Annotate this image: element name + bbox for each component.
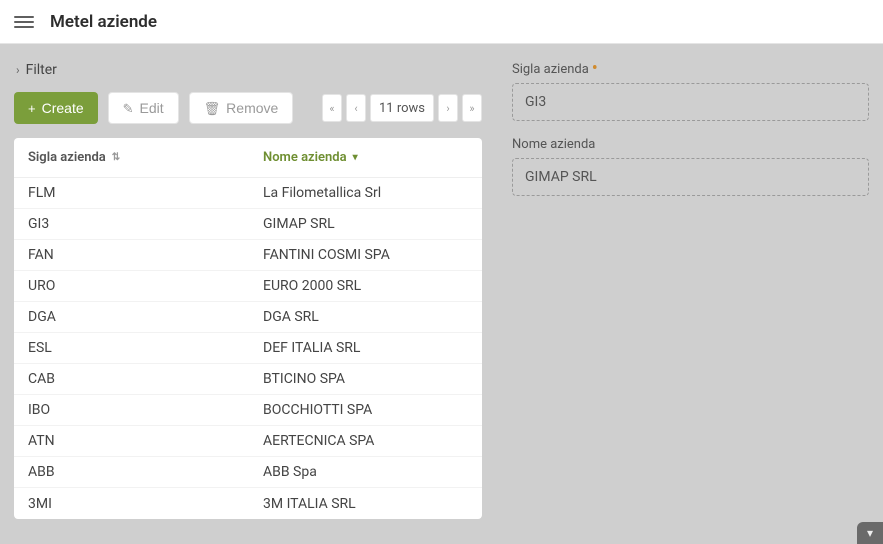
page-title: Metel aziende <box>50 12 157 32</box>
field-sigla-value[interactable]: GI3 <box>512 83 869 121</box>
create-button[interactable]: + Create <box>14 92 98 124</box>
cell-nome: DEF ITALIA SRL <box>249 340 482 356</box>
field-nome-label: Nome azienda <box>512 137 595 152</box>
pager: « ‹ 11 rows › » <box>322 94 482 122</box>
cell-sigla: IBO <box>14 402 249 418</box>
cell-nome: GIMAP SRL <box>249 216 482 232</box>
cell-sigla: ABB <box>14 464 249 480</box>
remove-button[interactable]: 🗑 Remove <box>189 92 294 124</box>
field-sigla-label: Sigla azienda <box>512 62 589 77</box>
detail-panel: Sigla azienda • GI3 Nome azienda GIMAP S… <box>512 58 869 530</box>
cell-sigla: DGA <box>14 309 249 325</box>
table-row[interactable]: UROEURO 2000 SRL <box>14 271 482 302</box>
table-row[interactable]: IBOBOCCHIOTTI SPA <box>14 395 482 426</box>
sort-desc-icon: ▾ <box>353 152 358 163</box>
pencil-icon: ✎ <box>123 102 134 115</box>
table-header: Sigla azienda ⇅ Nome azienda ▾ <box>14 138 482 178</box>
cell-nome: BOCCHIOTTI SPA <box>249 402 482 418</box>
column-header-sigla-label: Sigla azienda <box>28 150 106 165</box>
table-row[interactable]: CABBTICINO SPA <box>14 364 482 395</box>
cell-sigla: ESL <box>14 340 249 356</box>
remove-button-label: Remove <box>226 100 278 116</box>
cell-sigla: URO <box>14 278 249 294</box>
cell-nome: EURO 2000 SRL <box>249 278 482 294</box>
column-header-nome[interactable]: Nome azienda ▾ <box>249 150 482 165</box>
filter-label: Filter <box>26 62 57 78</box>
field-nome: Nome azienda GIMAP SRL <box>512 137 869 196</box>
create-button-label: Create <box>42 100 84 116</box>
edit-button-label: Edit <box>140 100 164 116</box>
table-row[interactable]: ABBABB Spa <box>14 457 482 488</box>
cell-sigla: FAN <box>14 247 249 263</box>
trash-icon: 🗑 <box>204 102 221 115</box>
pager-last-button[interactable]: » <box>462 94 482 122</box>
table-body: FLMLa Filometallica SrlGI3GIMAP SRLFANFA… <box>14 178 482 519</box>
table-row[interactable]: ESLDEF ITALIA SRL <box>14 333 482 364</box>
pager-first-button[interactable]: « <box>322 94 342 122</box>
field-nome-value[interactable]: GIMAP SRL <box>512 158 869 196</box>
table-row[interactable]: DGADGA SRL <box>14 302 482 333</box>
topbar: Metel aziende <box>0 0 883 44</box>
cell-nome: ABB Spa <box>249 464 482 480</box>
column-header-sigla[interactable]: Sigla azienda ⇅ <box>14 150 249 165</box>
cell-sigla: GI3 <box>14 216 249 232</box>
table-row[interactable]: FLMLa Filometallica Srl <box>14 178 482 209</box>
edit-button[interactable]: ✎ Edit <box>108 92 179 124</box>
field-nome-label-row: Nome azienda <box>512 137 869 152</box>
cell-sigla: FLM <box>14 185 249 201</box>
left-column: › Filter + Create ✎ Edit 🗑 Remove « ‹ 11… <box>14 58 482 530</box>
sort-icon: ⇅ <box>112 152 120 163</box>
field-sigla-label-row: Sigla azienda • <box>512 62 869 77</box>
data-table: Sigla azienda ⇅ Nome azienda ▾ FLMLa Fil… <box>14 138 482 519</box>
cell-nome: La Filometallica Srl <box>249 185 482 201</box>
badge-icon: ▾ <box>867 526 873 540</box>
content: › Filter + Create ✎ Edit 🗑 Remove « ‹ 11… <box>0 44 883 544</box>
table-row[interactable]: 3MI3M ITALIA SRL <box>14 488 482 519</box>
cell-nome: FANTINI COSMI SPA <box>249 247 482 263</box>
cell-sigla: 3MI <box>14 496 249 512</box>
table-row[interactable]: FANFANTINI COSMI SPA <box>14 240 482 271</box>
chevron-right-icon: › <box>16 63 20 77</box>
field-sigla: Sigla azienda • GI3 <box>512 62 869 121</box>
cell-nome: AERTECNICA SPA <box>249 433 482 449</box>
table-row[interactable]: ATNAERTECNICA SPA <box>14 426 482 457</box>
pager-rowcount: 11 rows <box>370 94 434 122</box>
column-header-nome-label: Nome azienda <box>263 150 347 165</box>
pager-next-button[interactable]: › <box>438 94 458 122</box>
toolbar: + Create ✎ Edit 🗑 Remove « ‹ 11 rows › » <box>14 92 482 124</box>
cell-nome: 3M ITALIA SRL <box>249 496 482 512</box>
filter-toggle[interactable]: › Filter <box>14 58 482 92</box>
menu-icon[interactable] <box>14 12 34 32</box>
cell-sigla: ATN <box>14 433 249 449</box>
cell-nome: BTICINO SPA <box>249 371 482 387</box>
pager-prev-button[interactable]: ‹ <box>346 94 366 122</box>
corner-badge[interactable]: ▾ <box>857 522 883 544</box>
plus-icon: + <box>28 102 36 115</box>
table-row[interactable]: GI3GIMAP SRL <box>14 209 482 240</box>
cell-nome: DGA SRL <box>249 309 482 325</box>
cell-sigla: CAB <box>14 371 249 387</box>
